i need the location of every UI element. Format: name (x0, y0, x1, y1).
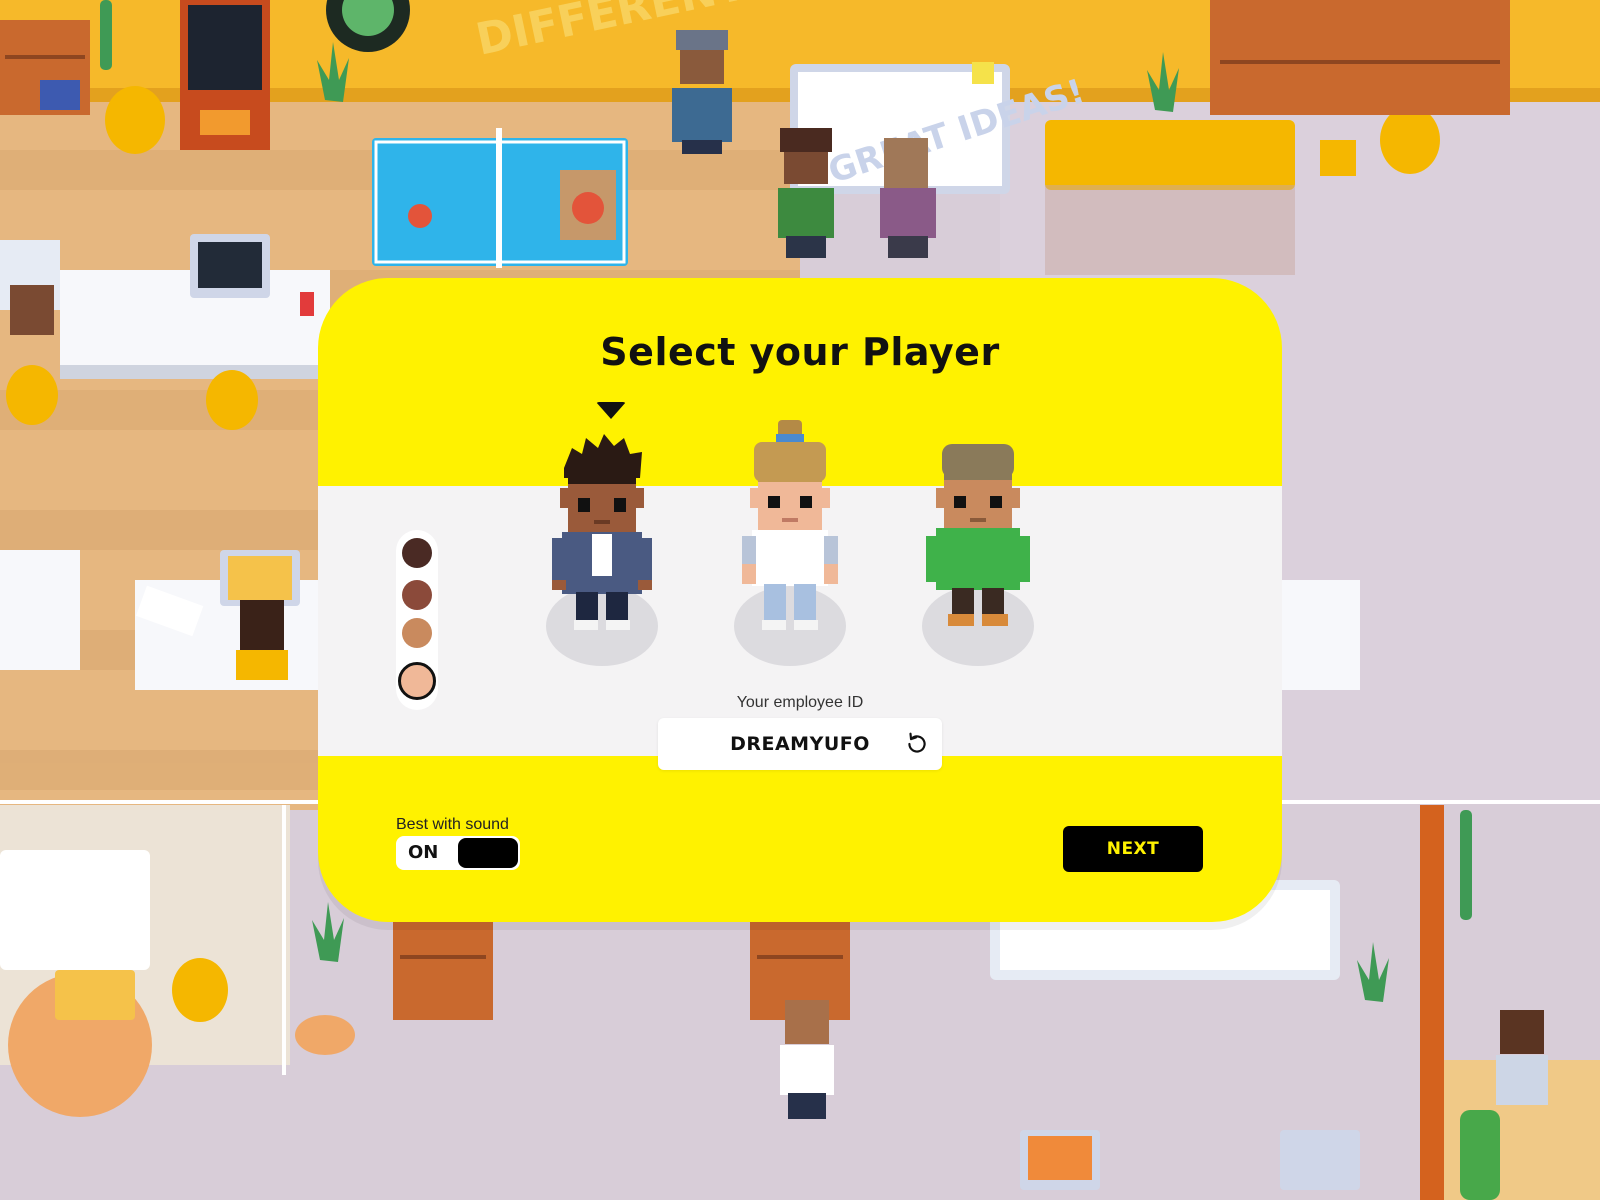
skin-tone-swatch-3[interactable] (402, 618, 432, 648)
skin-tone-swatch-1[interactable] (402, 538, 432, 568)
sound-state-label: ON (408, 842, 439, 863)
skin-tone-swatch-2[interactable] (402, 580, 432, 610)
character-option-1[interactable] (542, 408, 662, 668)
character-option-2 (730, 408, 850, 668)
character-list (318, 408, 1282, 668)
next-button[interactable]: NEXT (1063, 826, 1203, 872)
employee-id-input[interactable] (658, 718, 942, 770)
character-option-3 (918, 408, 1038, 668)
employee-id-field (658, 718, 942, 770)
regenerate-id-icon[interactable] (904, 731, 930, 757)
modal-title: Select your Player (600, 330, 1000, 374)
sound-toggle-knob (458, 838, 518, 868)
player-select-modal: Select your Player Your employee ID DREA… (318, 278, 1282, 922)
sound-toggle[interactable]: ON (396, 836, 520, 870)
sound-label: Best with sound (396, 816, 509, 833)
employee-id-label: Your employee ID (736, 694, 864, 711)
skin-tone-picker (396, 530, 438, 710)
